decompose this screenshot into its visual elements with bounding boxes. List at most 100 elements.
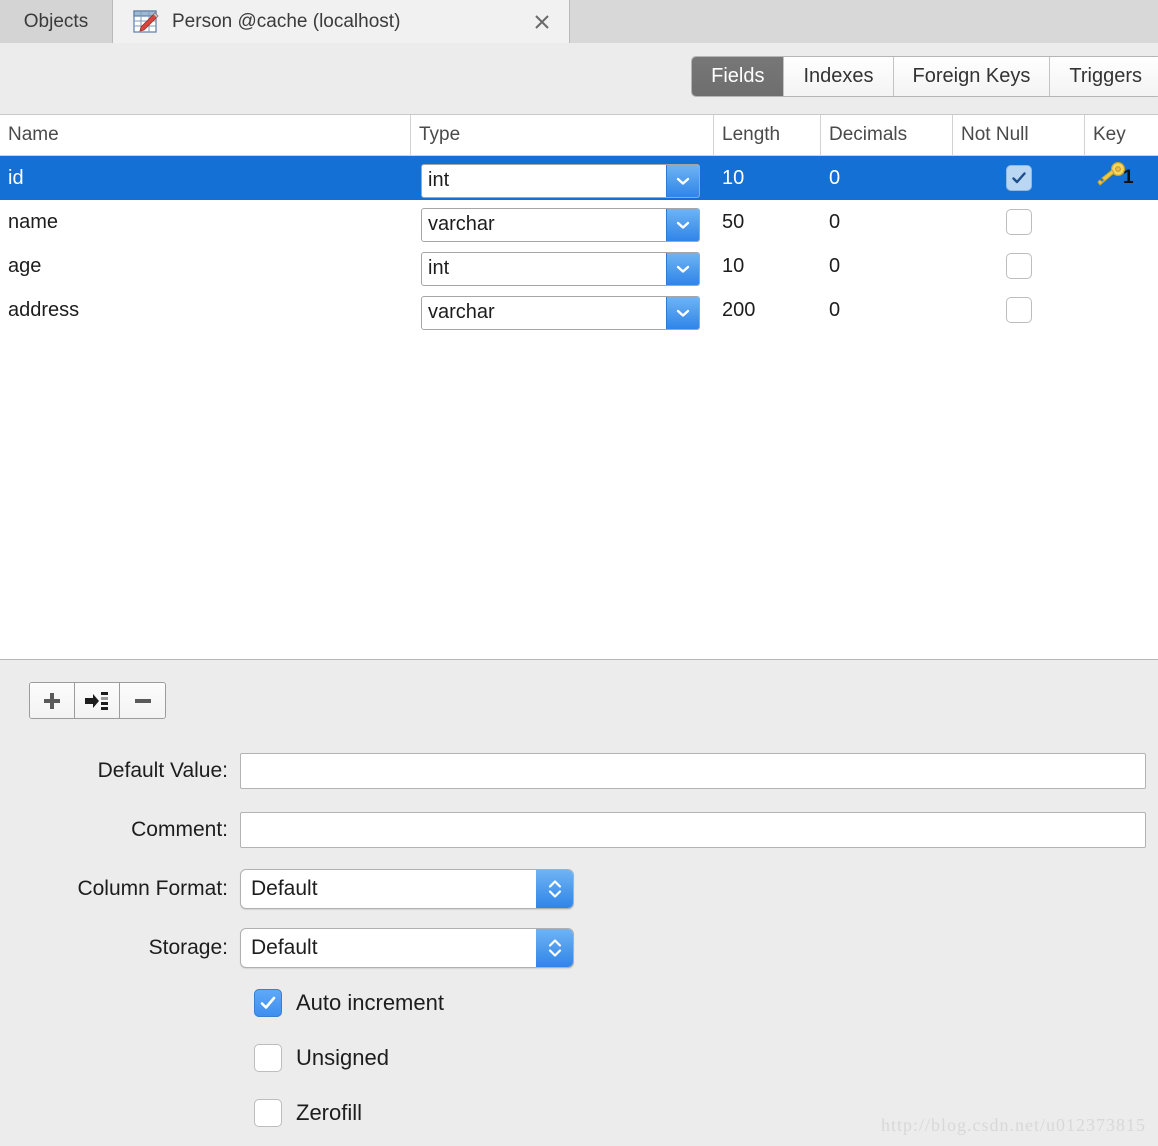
type-combobox[interactable]: varchar bbox=[421, 207, 700, 242]
field-type-cell[interactable]: int bbox=[411, 244, 714, 288]
zerofill-checkbox[interactable] bbox=[254, 1099, 282, 1127]
default-value-input[interactable] bbox=[240, 753, 1146, 789]
column-header-length[interactable]: Length bbox=[714, 115, 821, 155]
table-row[interactable]: name varchar 50 0 bbox=[0, 200, 1158, 244]
designer-tabs-bar: Fields Indexes Foreign Keys Triggers bbox=[0, 43, 1158, 114]
type-combobox[interactable]: int bbox=[421, 251, 700, 286]
chevron-down-icon[interactable] bbox=[666, 164, 699, 197]
not-null-checkbox[interactable] bbox=[1006, 297, 1032, 323]
table-row[interactable]: id int 10 0 1 bbox=[0, 156, 1158, 200]
column-format-select[interactable]: Default bbox=[240, 869, 574, 909]
zerofill-label: Zerofill bbox=[296, 1100, 363, 1125]
not-null-checkbox[interactable] bbox=[1006, 165, 1032, 191]
field-name-cell[interactable]: name bbox=[0, 200, 411, 244]
storage-label: Storage: bbox=[148, 936, 228, 959]
not-null-checkbox[interactable] bbox=[1006, 209, 1032, 235]
field-name-cell[interactable]: age bbox=[0, 244, 411, 288]
field-not-null-cell[interactable] bbox=[953, 244, 1085, 288]
field-properties-form: Default Value: Comment: Column Format: D… bbox=[0, 751, 1158, 1146]
chevron-down-icon[interactable] bbox=[666, 208, 699, 241]
auto-increment-label: Auto increment bbox=[296, 990, 444, 1015]
field-length-cell[interactable]: 10 bbox=[714, 156, 821, 200]
column-format-value: Default bbox=[251, 877, 318, 900]
not-null-checkbox[interactable] bbox=[1006, 253, 1032, 279]
field-properties-panel: Default Value: Comment: Column Format: D… bbox=[0, 661, 1158, 1146]
tab-triggers-label: Triggers bbox=[1069, 65, 1142, 87]
tab-person-cache[interactable]: Person @cache (localhost) bbox=[113, 0, 570, 43]
chevron-up-down-icon[interactable] bbox=[536, 929, 573, 967]
field-decimals-cell[interactable]: 0 bbox=[821, 200, 953, 244]
tab-objects-label: Objects bbox=[23, 10, 89, 32]
insert-field-button[interactable] bbox=[75, 683, 120, 718]
chevron-down-icon[interactable] bbox=[666, 252, 699, 285]
auto-increment-row[interactable]: Auto increment bbox=[254, 987, 1158, 1019]
default-value-label: Default Value: bbox=[97, 759, 228, 782]
tab-foreign-keys-label: Foreign Keys bbox=[912, 65, 1031, 87]
fields-grid-header: Name Type Length Decimals Not Null Key bbox=[0, 115, 1158, 156]
watermark-text: http://blog.csdn.net/u012373815 bbox=[881, 1115, 1146, 1135]
add-field-button[interactable] bbox=[30, 683, 75, 718]
field-name-cell[interactable]: address bbox=[0, 288, 411, 332]
tab-bar: Objects Person @cache (localhost) bbox=[0, 0, 1158, 43]
chevron-up-down-icon[interactable] bbox=[536, 870, 573, 908]
storage-select[interactable]: Default bbox=[240, 928, 574, 968]
type-combobox[interactable]: int bbox=[421, 163, 700, 198]
tab-fields-label: Fields bbox=[711, 65, 765, 87]
chevron-down-icon[interactable] bbox=[666, 296, 699, 329]
storage-value: Default bbox=[251, 936, 318, 959]
field-key-cell[interactable] bbox=[1085, 288, 1158, 332]
auto-increment-checkbox[interactable] bbox=[254, 989, 282, 1017]
table-edit-icon bbox=[133, 9, 159, 35]
tab-indexes[interactable]: Indexes bbox=[784, 57, 894, 96]
column-format-row: Column Format: Default bbox=[0, 869, 1158, 909]
column-header-name[interactable]: Name bbox=[0, 115, 411, 155]
comment-input[interactable] bbox=[240, 812, 1146, 848]
column-header-not-null[interactable]: Not Null bbox=[953, 115, 1085, 155]
field-length-cell[interactable]: 10 bbox=[714, 244, 821, 288]
comment-label: Comment: bbox=[131, 818, 228, 841]
column-header-key[interactable]: Key bbox=[1085, 115, 1158, 155]
tab-triggers[interactable]: Triggers bbox=[1050, 57, 1158, 96]
field-name-cell[interactable]: id bbox=[0, 156, 411, 200]
table-row[interactable]: address varchar 200 0 bbox=[0, 288, 1158, 332]
designer-segmented-control: Fields Indexes Foreign Keys Triggers bbox=[691, 56, 1158, 97]
unsigned-row[interactable]: Unsigned bbox=[254, 1042, 1158, 1074]
field-toolbar bbox=[29, 682, 166, 719]
tab-indexes-label: Indexes bbox=[803, 65, 874, 87]
close-icon[interactable] bbox=[531, 11, 553, 33]
field-key-cell[interactable]: 1 bbox=[1085, 156, 1158, 200]
field-type-cell[interactable]: varchar bbox=[411, 288, 714, 332]
field-key-cell[interactable] bbox=[1085, 200, 1158, 244]
tab-fields[interactable]: Fields bbox=[692, 57, 785, 96]
field-decimals-cell[interactable]: 0 bbox=[821, 244, 953, 288]
column-format-label: Column Format: bbox=[77, 877, 228, 900]
table-designer-window: Objects Person @cache (localhost) Fields… bbox=[0, 0, 1158, 1146]
type-combobox-value: varchar bbox=[428, 301, 495, 323]
field-key-cell[interactable] bbox=[1085, 244, 1158, 288]
storage-row: Storage: Default bbox=[0, 928, 1158, 968]
column-header-decimals[interactable]: Decimals bbox=[821, 115, 953, 155]
field-length-cell[interactable]: 200 bbox=[714, 288, 821, 332]
table-row[interactable]: age int 10 0 bbox=[0, 244, 1158, 288]
column-header-type[interactable]: Type bbox=[411, 115, 714, 155]
field-decimals-cell[interactable]: 0 bbox=[821, 156, 953, 200]
field-type-cell[interactable]: int bbox=[411, 156, 714, 200]
tab-foreign-keys[interactable]: Foreign Keys bbox=[893, 57, 1051, 96]
field-not-null-cell[interactable] bbox=[953, 156, 1085, 200]
tab-person-cache-label: Person @cache (localhost) bbox=[172, 10, 401, 32]
field-not-null-cell[interactable] bbox=[953, 200, 1085, 244]
field-length-cell[interactable]: 50 bbox=[714, 200, 821, 244]
field-decimals-cell[interactable]: 0 bbox=[821, 288, 953, 332]
field-type-cell[interactable]: varchar bbox=[411, 200, 714, 244]
fields-grid: Name Type Length Decimals Not Null Key i… bbox=[0, 114, 1158, 660]
tab-bar-filler bbox=[570, 0, 1158, 43]
type-combobox[interactable]: varchar bbox=[421, 295, 700, 330]
delete-field-button[interactable] bbox=[120, 683, 165, 718]
type-combobox-value: int bbox=[428, 169, 450, 191]
type-combobox-value: int bbox=[428, 257, 450, 279]
unsigned-label: Unsigned bbox=[296, 1045, 389, 1070]
tab-objects[interactable]: Objects bbox=[0, 0, 113, 43]
unsigned-checkbox[interactable] bbox=[254, 1044, 282, 1072]
primary-key-order: 1 bbox=[1123, 167, 1134, 188]
field-not-null-cell[interactable] bbox=[953, 288, 1085, 332]
